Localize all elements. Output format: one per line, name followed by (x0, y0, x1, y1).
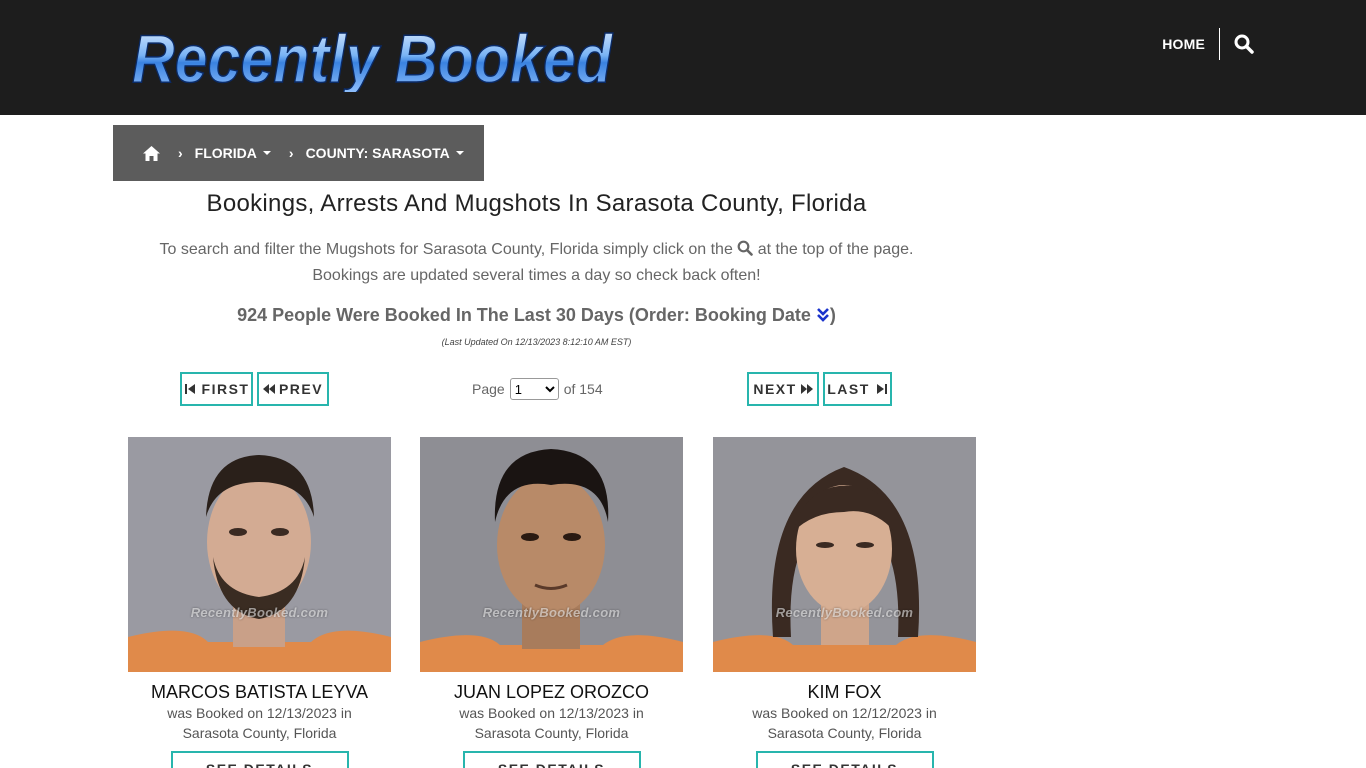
breadcrumb-separator-icon: › (178, 145, 183, 161)
see-details-button[interactable]: SEE DETAILS (755, 751, 934, 768)
booking-county-text: Sarasota County, Florida (474, 725, 629, 741)
last-page-button[interactable]: LAST (823, 372, 892, 406)
first-page-button[interactable]: FIRST (180, 372, 253, 406)
rewind-icon (262, 384, 275, 394)
booking-date-text: was Booked on 12/12/2023 in (752, 705, 937, 721)
page-title: Bookings, Arrests And Mugshots In Saraso… (206, 190, 867, 217)
logo-text: Recently Booked (132, 22, 613, 92)
booking-date-text: was Booked on 12/13/2023 in (459, 705, 644, 721)
watermark-text: RecentlyBooked.com (482, 605, 621, 620)
mugshot-image[interactable]: RecentlyBooked.com (713, 437, 976, 672)
intro-text-before: To search and filter the Mugshots for Sa… (159, 241, 733, 258)
prev-page-label: PREV (278, 381, 324, 397)
top-nav: HOME (1162, 28, 1254, 60)
search-icon[interactable] (1234, 34, 1254, 54)
page-select[interactable]: 1 (509, 378, 559, 400)
inmate-name[interactable]: KIM FOX (713, 682, 976, 703)
page-total: of 154 (563, 381, 603, 397)
booking-card[interactable]: RecentlyBooked.com MARCOS BATISTA LEYVA … (128, 437, 391, 768)
breadcrumb-separator-icon: › (288, 145, 294, 161)
watermark-text: RecentlyBooked.com (775, 605, 914, 620)
mugshot-image[interactable]: RecentlyBooked.com (128, 437, 391, 672)
booking-count-text: 924 People Were Booked In The Last 30 Da… (237, 305, 811, 325)
booking-count-close: ) (829, 305, 836, 325)
last-updated: (Last Updated On 12/13/2023 8:12:10 AM E… (441, 337, 632, 347)
breadcrumb-state-label: FLORIDA (194, 145, 257, 161)
search-icon (737, 240, 754, 256)
next-page-label: NEXT (753, 381, 797, 397)
booking-county-text: Sarasota County, Florida (767, 725, 922, 741)
booking-card[interactable]: RecentlyBooked.com JUAN LOPEZ OROZCO was… (420, 437, 683, 768)
breadcrumb-county-dropdown[interactable]: COUNTY: SARASOTA (306, 145, 464, 161)
inmate-name[interactable]: JUAN LOPEZ OROZCO (420, 682, 683, 703)
home-icon[interactable] (143, 145, 160, 161)
site-header: Recently Booked HOME (0, 0, 1366, 115)
page-label: Page (472, 381, 505, 397)
mugshot-image[interactable]: RecentlyBooked.com (420, 437, 683, 672)
watermark-text: RecentlyBooked.com (190, 605, 329, 620)
caret-down-icon (455, 151, 464, 155)
breadcrumb-county-label: COUNTY: SARASOTA (305, 145, 450, 161)
prev-page-button[interactable]: PREV (257, 372, 329, 406)
last-page-label: LAST (827, 381, 870, 397)
see-details-button[interactable]: SEE DETAILS (462, 751, 641, 768)
booking-county-text: Sarasota County, Florida (182, 725, 337, 741)
booking-count: 924 People Were Booked In The Last 30 Da… (128, 305, 945, 326)
caret-down-icon (262, 151, 271, 155)
double-chevron-down-icon[interactable] (816, 307, 830, 323)
breadcrumb: › FLORIDA › COUNTY: SARASOTA (113, 125, 484, 181)
nav-home-link[interactable]: HOME (1162, 28, 1220, 60)
inmate-name[interactable]: MARCOS BATISTA LEYVA (128, 682, 391, 703)
see-details-button[interactable]: SEE DETAILS (170, 751, 349, 768)
skip-forward-icon (876, 384, 887, 394)
booking-card[interactable]: RecentlyBooked.com KIM FOX was Booked on… (713, 437, 976, 768)
intro-text-after: at the top of the page. (757, 241, 914, 258)
breadcrumb-state-dropdown[interactable]: FLORIDA (195, 145, 271, 161)
next-page-button[interactable]: NEXT (747, 372, 819, 406)
fast-forward-icon (800, 384, 813, 394)
site-logo[interactable]: Recently Booked (128, 22, 618, 92)
booking-date-text: was Booked on 12/13/2023 in (167, 705, 352, 721)
intro-text-line2: Bookings are updated several times a day… (312, 267, 761, 284)
page-selector: Page 1 of 154 (472, 377, 603, 401)
first-page-label: FIRST (201, 381, 250, 397)
intro-text: To search and filter the Mugshots for Sa… (128, 237, 945, 289)
skip-back-icon (184, 384, 195, 394)
